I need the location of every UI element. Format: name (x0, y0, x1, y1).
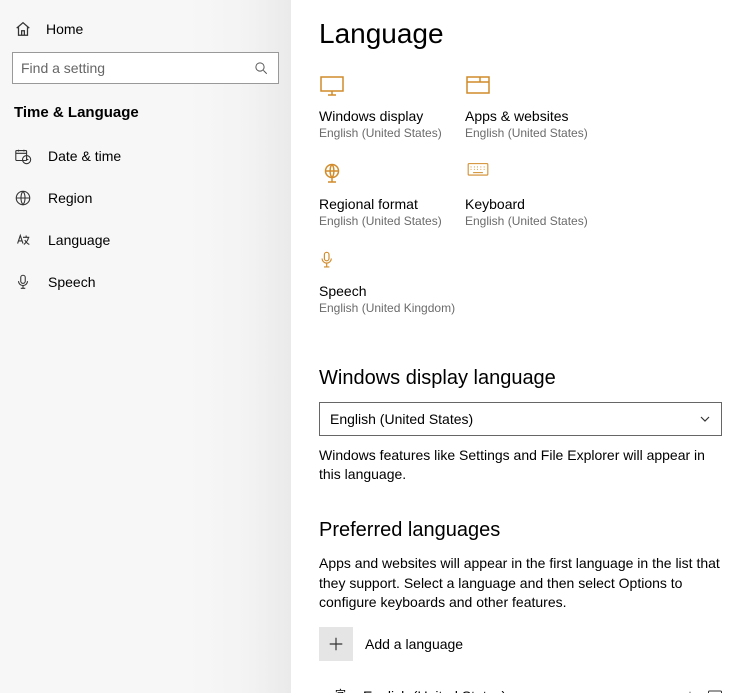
preferred-languages-description: Apps and websites will appear in the fir… (319, 554, 722, 613)
sidebar-item-label: Region (48, 190, 92, 206)
language-row[interactable]: A 字 English (United States) (319, 677, 722, 693)
search-input[interactable] (21, 60, 252, 76)
globe-icon (14, 189, 32, 207)
chevron-down-icon (699, 413, 711, 425)
preferred-languages-heading: Preferred languages (319, 519, 722, 542)
tile-sublabel: English (United States) (465, 214, 611, 230)
sidebar-item-label: Date & time (48, 148, 121, 164)
tile-sublabel: English (United States) (465, 126, 611, 142)
tile-label: Apps & websites (465, 108, 611, 124)
home-link[interactable]: Home (0, 14, 291, 48)
search-input-container[interactable] (12, 52, 279, 84)
sidebar-item-label: Language (48, 232, 110, 248)
main-content: Language Windows display English (United… (291, 0, 750, 693)
sidebar-item-date-time[interactable]: Date & time (0, 135, 291, 177)
tile-label: Windows display (319, 108, 465, 124)
globe-stand-icon (319, 162, 345, 184)
add-language-button[interactable]: Add a language (319, 627, 722, 661)
tile-label: Speech (319, 283, 465, 299)
display-language-heading: Windows display language (319, 367, 722, 390)
tile-sublabel: English (United States) (319, 214, 465, 230)
language-name: English (United States) (353, 688, 686, 693)
home-label: Home (46, 21, 83, 37)
sidebar-item-speech[interactable]: Speech (0, 261, 291, 303)
dropdown-value: English (United States) (330, 411, 473, 427)
display-language-dropdown[interactable]: English (United States) (319, 402, 722, 436)
sidebar-item-label: Speech (48, 274, 95, 290)
tile-keyboard[interactable]: Keyboard English (United States) (465, 162, 611, 230)
tile-label: Keyboard (465, 196, 611, 212)
sidebar-item-region[interactable]: Region (0, 177, 291, 219)
tile-regional-format[interactable]: Regional format English (United States) (319, 162, 465, 230)
language-tiles: Windows display English (United States) … (319, 74, 722, 337)
calendar-clock-icon (14, 147, 32, 165)
display-language-description: Windows features like Settings and File … (319, 446, 722, 485)
page-title: Language (319, 18, 722, 50)
tile-sublabel: English (United States) (319, 126, 465, 142)
sidebar: Home Time & Language Date & time Region (0, 0, 291, 693)
tile-label: Regional format (319, 196, 465, 212)
tile-windows-display[interactable]: Windows display English (United States) (319, 74, 465, 142)
sidebar-section-title: Time & Language (0, 98, 291, 135)
tile-speech[interactable]: Speech English (United Kingdom) (319, 249, 465, 317)
svg-text:字: 字 (335, 687, 346, 693)
tile-sublabel: English (United Kingdom) (319, 301, 465, 317)
language-icon (14, 231, 32, 249)
add-language-label: Add a language (365, 636, 463, 652)
tile-apps-websites[interactable]: Apps & websites English (United States) (465, 74, 611, 142)
window-icon (465, 74, 491, 96)
search-icon (252, 59, 270, 77)
language-glyph-icon: A 字 (319, 685, 353, 693)
sidebar-item-language[interactable]: Language (0, 219, 291, 261)
plus-icon (319, 627, 353, 661)
microphone-icon (319, 249, 345, 271)
home-icon (14, 20, 32, 38)
display-icon (319, 74, 345, 96)
keyboard-icon (465, 162, 491, 184)
microphone-icon (14, 273, 32, 291)
